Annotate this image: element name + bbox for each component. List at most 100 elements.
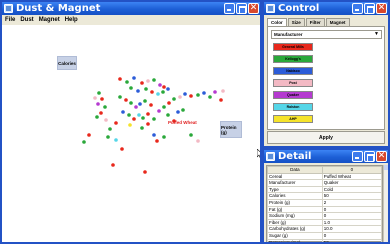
dust-particle[interactable] [166, 87, 170, 91]
dust-particle[interactable] [108, 127, 112, 131]
dust-particle[interactable] [152, 117, 156, 121]
table-row[interactable]: Potassium (mg) 50 [267, 238, 383, 242]
dust-particle[interactable] [221, 89, 225, 93]
dust-particle[interactable] [103, 105, 107, 109]
dust-particle[interactable] [162, 135, 166, 139]
dust-particle[interactable] [132, 76, 136, 80]
dust-canvas[interactable]: Calories Protein (g) Puffed Wheat [2, 25, 260, 242]
legend-ahp[interactable]: AHP [273, 115, 313, 123]
magnet-protein[interactable]: Protein (g) [220, 121, 242, 138]
dust-particle[interactable] [158, 83, 162, 87]
dust-particle[interactable] [118, 95, 122, 99]
dust-particle[interactable] [129, 101, 133, 105]
dust-particle[interactable] [120, 147, 124, 151]
dust-particle[interactable] [127, 113, 131, 117]
dust-particle[interactable] [138, 102, 142, 106]
table-row[interactable]: Calories 50 [267, 192, 383, 200]
dust-particle[interactable] [144, 87, 148, 91]
dust-particle[interactable] [140, 126, 144, 130]
dust-particle[interactable] [189, 94, 193, 98]
dust-particle[interactable] [140, 81, 144, 85]
maximize-button[interactable] [364, 151, 375, 162]
apply-button[interactable]: Apply [267, 131, 385, 144]
table-row[interactable]: Sugar (g) 0 [267, 231, 383, 240]
dust-particle[interactable] [143, 170, 147, 174]
main-title-bar[interactable]: Dust & Magnet ✕ [2, 2, 260, 15]
dust-particle[interactable] [162, 85, 166, 89]
dust-particle[interactable] [128, 123, 132, 127]
maximize-button[interactable] [364, 3, 375, 14]
table-row[interactable]: Sodium (mg) 0 [267, 212, 383, 220]
table-row[interactable]: Carbohydrates (g) 10.0 [267, 225, 383, 233]
detail-title-bar[interactable]: Detail ✕ [264, 150, 388, 163]
table-row[interactable]: Type Cold [267, 185, 383, 194]
dust-particle[interactable] [183, 92, 187, 96]
menu-file[interactable]: File [5, 15, 15, 25]
dust-particle[interactable] [178, 95, 182, 99]
minimize-button[interactable] [352, 151, 363, 162]
dust-particle[interactable] [93, 96, 97, 100]
dust-particle[interactable] [196, 139, 200, 143]
dust-particle[interactable] [189, 133, 193, 137]
table-row[interactable]: Fat (g) 0 [267, 205, 383, 214]
dust-particle[interactable] [219, 98, 223, 102]
dust-particle[interactable] [141, 116, 145, 120]
dust-particle[interactable] [155, 139, 159, 143]
table-row[interactable]: Protein (g) 2 [267, 198, 383, 207]
menu-magnet[interactable]: Magnet [39, 15, 60, 25]
dust-particle[interactable] [143, 99, 147, 103]
dust-particle[interactable] [176, 110, 180, 114]
legend-general-mills[interactable]: General Mills [273, 43, 313, 51]
dust-particle[interactable] [161, 90, 165, 94]
maximize-button[interactable] [236, 3, 247, 14]
dust-particle[interactable] [156, 92, 160, 96]
dust-particle[interactable] [118, 77, 122, 81]
close-button[interactable]: ✕ [248, 3, 259, 14]
dust-particle[interactable] [181, 108, 185, 112]
close-button[interactable]: ✕ [376, 151, 387, 162]
table-row[interactable]: Manufacturer Quaker [267, 179, 383, 187]
dust-particle[interactable] [146, 122, 150, 126]
dust-particle[interactable] [152, 133, 156, 137]
dust-particle[interactable] [162, 105, 166, 109]
legend-kelloggs[interactable]: Kellogg's [273, 55, 313, 63]
dust-particle[interactable] [166, 113, 170, 117]
dust-particle[interactable] [106, 135, 110, 139]
dust-particle[interactable] [213, 90, 217, 94]
minimize-button[interactable] [224, 3, 235, 14]
dust-particle[interactable] [172, 97, 176, 101]
column-header[interactable]: 0 [321, 166, 383, 174]
dust-particle[interactable] [137, 113, 141, 117]
dust-particle[interactable] [136, 89, 140, 93]
close-button[interactable]: ✕ [376, 3, 387, 14]
legend-ralston[interactable]: Ralston [273, 103, 313, 111]
control-title-bar[interactable]: Control ✕ [264, 2, 388, 15]
minimize-button[interactable] [352, 3, 363, 14]
dust-particle[interactable] [146, 112, 150, 116]
dust-particle[interactable] [96, 102, 100, 106]
dust-particle[interactable] [149, 103, 153, 107]
dust-particle[interactable] [202, 91, 206, 95]
dust-particle[interactable] [104, 118, 108, 122]
magnet-calories[interactable]: Calories [57, 56, 77, 70]
menu-dust[interactable]: Dust [20, 15, 33, 25]
dust-particle[interactable] [114, 121, 118, 125]
dust-particle[interactable] [152, 78, 156, 82]
legend-post[interactable]: Post [273, 79, 313, 87]
column-header[interactable]: Data [267, 166, 323, 174]
dust-particle[interactable] [124, 98, 128, 102]
dust-particle[interactable] [114, 138, 118, 142]
dust-particle[interactable] [132, 117, 136, 121]
dust-particle[interactable] [157, 109, 161, 113]
dust-particle[interactable] [99, 111, 103, 115]
legend-nabisco[interactable]: Nabisco [273, 67, 313, 75]
dust-particle[interactable] [121, 110, 125, 114]
detail-scrollbar[interactable] [383, 165, 388, 242]
dust-particle[interactable] [95, 115, 99, 119]
table-row[interactable]: Fiber (g) 1.0 [267, 218, 383, 227]
dust-particle[interactable] [129, 86, 133, 90]
dust-particle[interactable] [97, 91, 101, 95]
legend-quaker[interactable]: Quaker [273, 91, 313, 99]
dust-particle[interactable] [100, 97, 104, 101]
table-row[interactable]: Cereal Puffed Wheat [267, 172, 383, 181]
